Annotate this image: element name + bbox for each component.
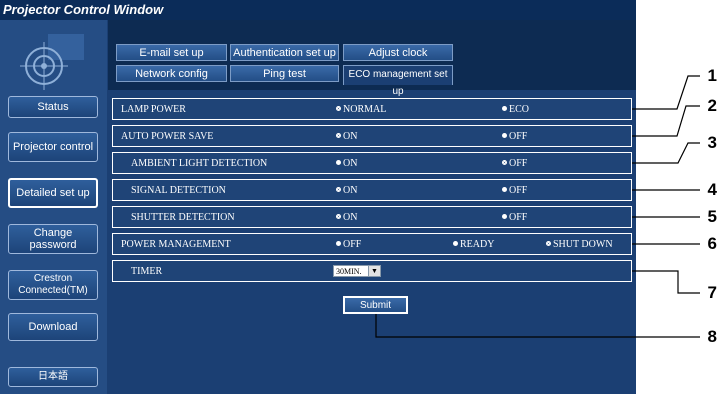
callout-5: 5 xyxy=(707,207,717,226)
callout-4: 4 xyxy=(707,180,717,199)
callout-3: 3 xyxy=(707,133,717,152)
callout-6: 6 xyxy=(707,234,717,253)
callout-lines xyxy=(375,75,700,338)
callout-2: 2 xyxy=(707,96,717,115)
callout-1: 1 xyxy=(707,66,717,85)
callout-7: 7 xyxy=(707,283,717,302)
callout-8: 8 xyxy=(707,327,717,346)
